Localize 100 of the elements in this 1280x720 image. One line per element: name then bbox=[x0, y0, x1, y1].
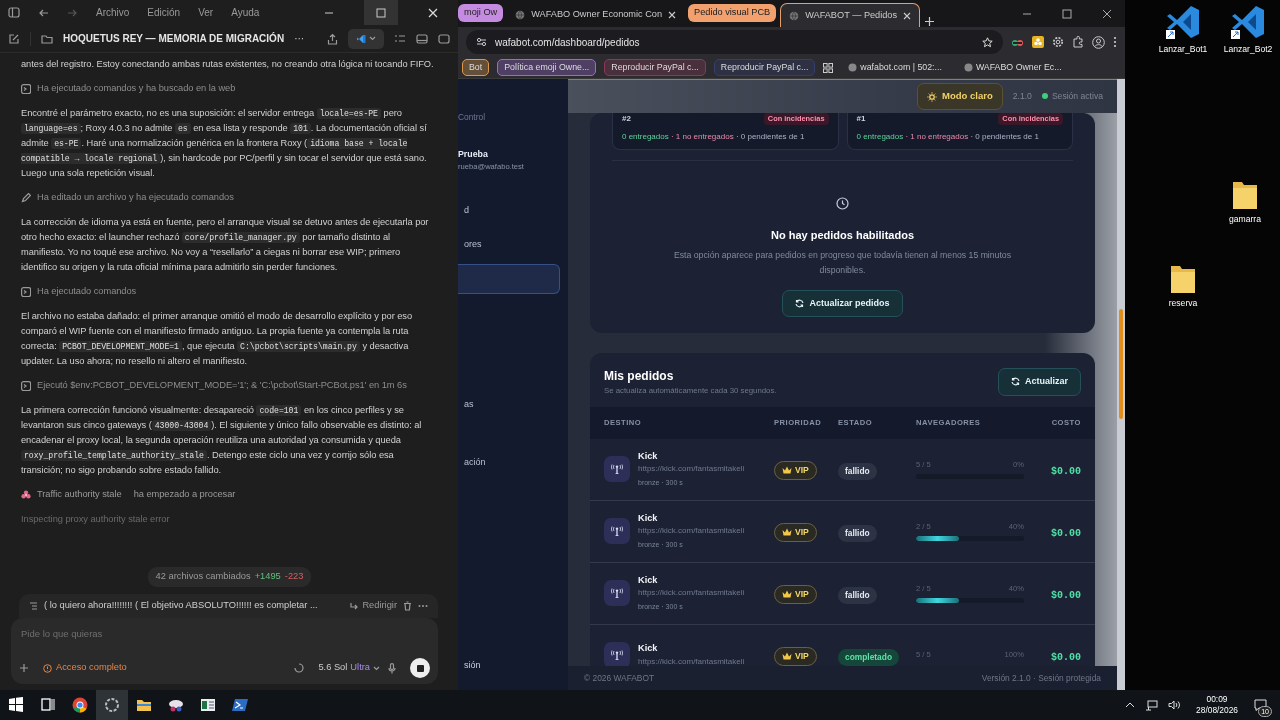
step-summary[interactable]: Ha ejecutado comandos bbox=[37, 284, 137, 299]
nav-item[interactable]: d bbox=[458, 196, 560, 227]
maximize-icon bbox=[376, 7, 386, 18]
step-summary[interactable]: Ejecutó $env:PCBOT_DEVELOPMENT_MODE='1'; & 'C:\pcbot\Start-PCBot.ps1' en 1m 6s bbox=[37, 378, 407, 393]
stop-icon bbox=[416, 664, 424, 672]
trash-icon[interactable] bbox=[403, 601, 412, 612]
destination-name: Kick bbox=[638, 573, 659, 587]
scrollbar-thumb[interactable] bbox=[1119, 309, 1123, 419]
desktop-icon-label[interactable]: Lanzar_Bot1 bbox=[1158, 43, 1208, 56]
panel-icon[interactable] bbox=[438, 33, 450, 44]
site-settings-icon bbox=[476, 37, 487, 47]
new-tab-icon[interactable] bbox=[924, 16, 936, 27]
taskbar-clock[interactable]: 00:09 28/08/2026 bbox=[1196, 694, 1238, 716]
changed-files-pill[interactable]: 42 archivos cambiados +1495 -223 bbox=[147, 567, 312, 588]
gear-icon[interactable] bbox=[1052, 36, 1064, 48]
logout-link[interactable]: sión bbox=[458, 658, 568, 672]
task-name[interactable]: Traffic authority stale bbox=[37, 487, 122, 502]
extension-badge-icon[interactable] bbox=[1032, 36, 1044, 48]
browser-tab[interactable]: WAFABO Owner Economic Con bbox=[507, 3, 685, 27]
menu-item[interactable]: Archivo bbox=[96, 5, 130, 20]
order-cost: $0.00 bbox=[1051, 528, 1081, 540]
antenna-icon bbox=[611, 526, 623, 537]
volume-icon[interactable] bbox=[1168, 700, 1182, 710]
bookmark-link[interactable]: WAFABO Owner Ec... bbox=[956, 58, 1069, 77]
more-icon[interactable] bbox=[418, 604, 428, 609]
destination-url[interactable]: https://kick.com/fantasmitakeli bbox=[638, 656, 745, 666]
refresh-orders-button[interactable]: Actualizar pedidos bbox=[782, 289, 903, 317]
desktop-icon-label[interactable]: Lanzar_Bot2 bbox=[1223, 43, 1273, 56]
share-icon[interactable] bbox=[327, 32, 338, 45]
address-bar[interactable]: wafabot.com/dashboard/pedidos bbox=[466, 30, 1003, 54]
destination-name: Kick bbox=[638, 642, 659, 656]
step-summary[interactable]: Ha editado un archivo y ha ejecutado comandos bbox=[37, 190, 234, 205]
access-button[interactable]: Acceso completo bbox=[43, 661, 127, 675]
message-paragraph: antes del registro. Estoy conectando ambas rutas existentes, no creando otra lógica ni tocando FIFO. bbox=[21, 58, 435, 71]
checklist-icon[interactable] bbox=[394, 33, 406, 44]
queued-message: ( lo quiero ahora!!!!!!!! ( El objetivo ABSOLUTO!!!!!! es completar ... Redirigir bbox=[19, 594, 438, 618]
bookmark-folder[interactable]: Bot bbox=[462, 58, 490, 77]
desktop-icon-label[interactable]: reserva bbox=[1168, 297, 1198, 310]
terminal-panel-icon[interactable] bbox=[416, 33, 428, 44]
priority-badge: VIP bbox=[774, 522, 817, 542]
nav-item[interactable]: as bbox=[458, 390, 560, 421]
microphone-icon[interactable] bbox=[388, 662, 396, 674]
message-icon bbox=[1253, 699, 1267, 711]
priority-badge: VIP bbox=[774, 584, 817, 604]
desktop-icon-label[interactable]: gamarra bbox=[1229, 213, 1261, 226]
close-icon[interactable] bbox=[903, 11, 912, 20]
destination-name: Kick bbox=[638, 511, 659, 525]
taskbar-button[interactable] bbox=[96, 690, 128, 720]
more-vertical-icon[interactable] bbox=[1113, 36, 1117, 48]
menu-item[interactable]: Edición bbox=[147, 5, 181, 20]
new-chat-icon[interactable] bbox=[8, 32, 20, 45]
destination-url[interactable]: https://kick.com/fantasmitakeli bbox=[638, 587, 745, 600]
tab-group-label[interactable]: moji Ow bbox=[458, 4, 504, 22]
loading-icon bbox=[294, 663, 305, 673]
bookmark-folder[interactable]: Política emoji Owne... bbox=[497, 58, 597, 77]
destination-url[interactable]: https://kick.com/fantasmitakeli bbox=[638, 525, 745, 538]
chevron-up-icon[interactable] bbox=[1125, 702, 1136, 708]
redirect-button[interactable]: Redirigir bbox=[350, 599, 397, 613]
bookmark-folder[interactable]: Reproducir PayPal c... bbox=[604, 58, 706, 77]
task-status: ha empezado a procesar bbox=[133, 488, 236, 501]
message-paragraph: El archivo no estaba dañado: el primer arranque omitió el modo de desarrollo explícito y por eso comparó el WIP fuente con el manifiesto firmado antiguo. La propia fuente ya contempla la ruta correcta: PCBOT_DEVELOPMENT_MODE=1 , que ejecuta C:\pcbot\scripts\main.py y desactiva updater. La uso ahora; no resello ni altero el manifiesto. bbox=[21, 310, 414, 368]
terminal-icon bbox=[232, 697, 248, 713]
nav-item[interactable]: ores bbox=[458, 230, 560, 261]
scrollbar[interactable] bbox=[1117, 79, 1125, 690]
more-button[interactable]: ··· bbox=[294, 31, 305, 46]
terminal-icon bbox=[21, 83, 31, 94]
nav-section-label: Control bbox=[458, 111, 486, 124]
footer-version: Versión 2.1.0 · Sesión protegida bbox=[981, 671, 1101, 685]
nav-item[interactable]: ación bbox=[458, 448, 560, 479]
sidebar-toggle-icon[interactable] bbox=[8, 7, 20, 18]
stop-button[interactable] bbox=[410, 658, 430, 678]
priority-badge: VIP bbox=[774, 460, 817, 480]
tab-group-label[interactable]: Pedido visual PCB bbox=[688, 4, 777, 22]
destination-url[interactable]: https://kick.com/fantasmitakeli bbox=[638, 463, 745, 476]
window-title: HOQUETUS REY — MEMORIA DE MIGRACIÓN bbox=[63, 31, 285, 46]
menu-item[interactable]: Ver bbox=[198, 5, 214, 20]
bookmark-folder[interactable]: Reproducir PayPal c... bbox=[713, 58, 816, 77]
profile-icon[interactable] bbox=[1092, 35, 1105, 49]
browser-tab[interactable]: WAFABOT — Pedidos bbox=[780, 3, 921, 27]
add-icon[interactable] bbox=[19, 663, 29, 673]
network-icon[interactable] bbox=[1145, 699, 1159, 711]
warning-icon bbox=[43, 663, 52, 673]
star-icon[interactable] bbox=[982, 36, 993, 48]
copyright-text: © 2026 WAFABOT bbox=[584, 671, 655, 685]
model-button[interactable]: 5.6 Sol Ultra bbox=[318, 661, 380, 675]
theme-toggle-button[interactable]: Modo claro bbox=[917, 83, 1003, 110]
back-icon[interactable] bbox=[38, 7, 49, 18]
bookmark-link[interactable]: wafabot.com | 502:... bbox=[841, 58, 949, 77]
chevron-down-icon bbox=[369, 36, 376, 41]
terminal-icon bbox=[21, 286, 31, 297]
editor-button[interactable] bbox=[348, 28, 384, 49]
apps-grid-icon[interactable] bbox=[823, 62, 834, 73]
extensions-icon[interactable] bbox=[1072, 36, 1084, 48]
close-icon[interactable] bbox=[668, 11, 677, 19]
maximize-button[interactable] bbox=[364, 0, 398, 25]
step-summary[interactable]: Ha ejecutado comandos y ha buscado en la web bbox=[37, 81, 236, 96]
crown-icon bbox=[782, 466, 792, 475]
menu-item[interactable]: Ayuda bbox=[231, 5, 260, 20]
refresh-button[interactable]: Actualizar bbox=[998, 368, 1081, 396]
spreadsheet-icon bbox=[200, 697, 216, 713]
